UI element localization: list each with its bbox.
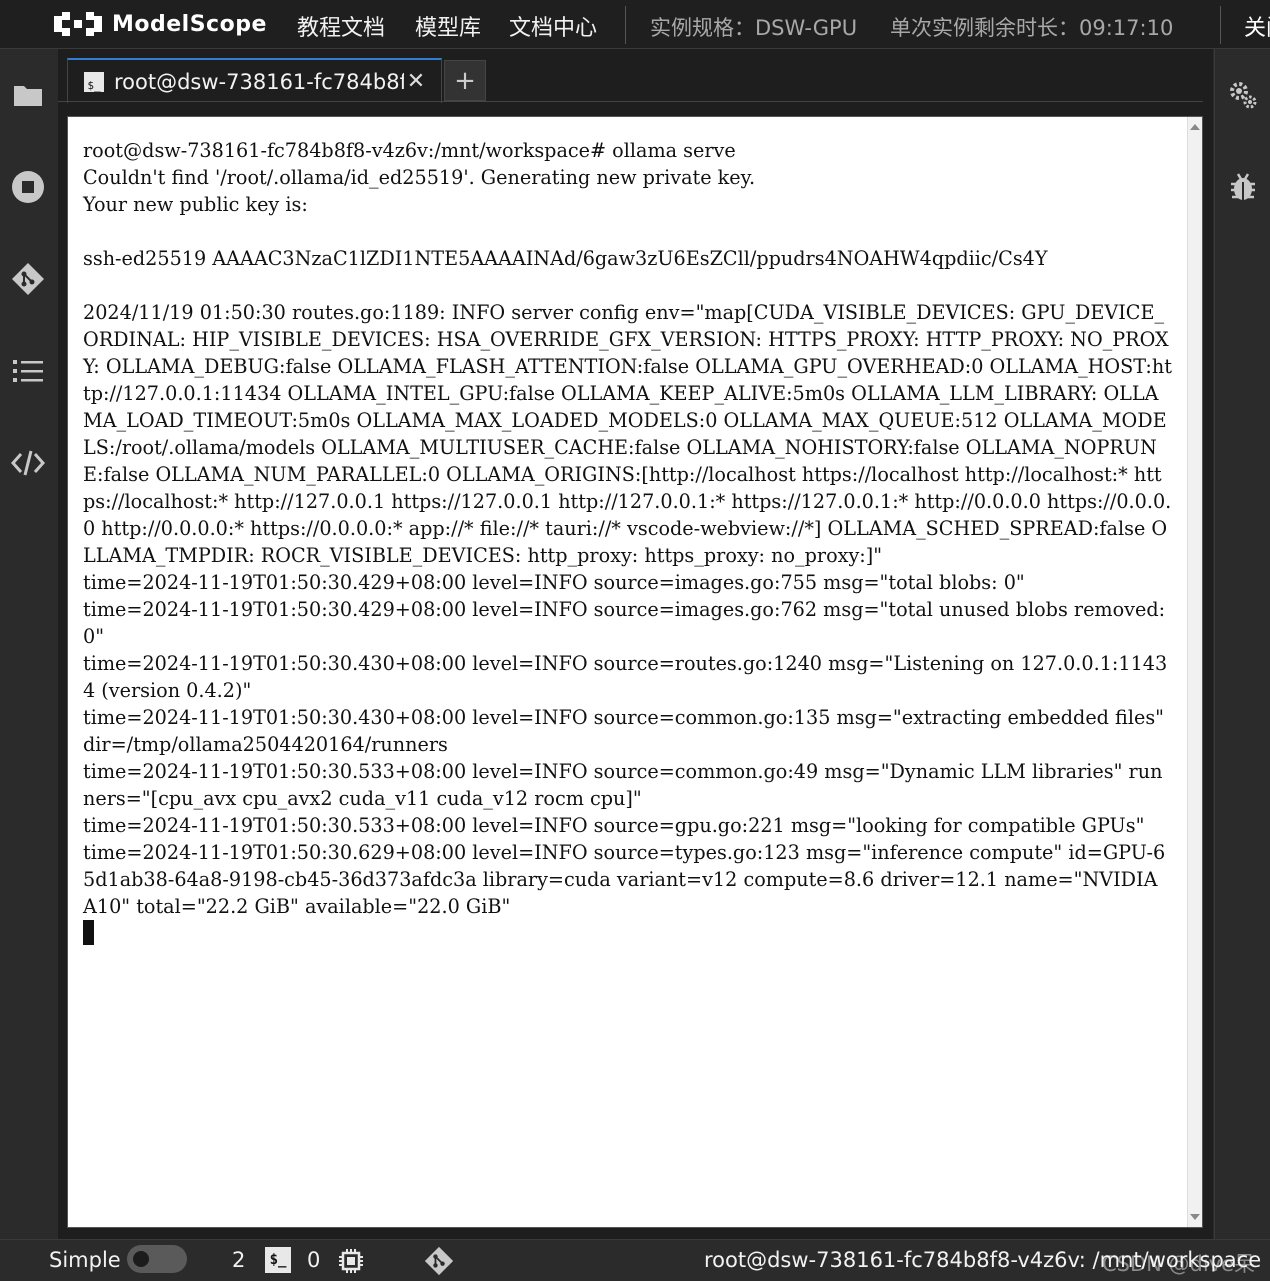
terminal-line: Couldn't find '/root/.ollama/id_ed25519'…	[83, 166, 756, 189]
terminal-scrollbar[interactable]	[1187, 117, 1202, 1227]
scroll-down-arrow-icon[interactable]	[1190, 1214, 1200, 1220]
csdn-watermark: CSDN @dive呆	[1102, 1252, 1256, 1276]
terminal-line: Your new public key is:	[83, 193, 308, 216]
main-panel: $_ root@dsw-738161-fc784b8f8 ✕ + root@ds…	[58, 49, 1213, 1239]
nav-doc-center[interactable]: 文档中心	[509, 10, 597, 42]
add-tab-button[interactable]: +	[444, 60, 486, 101]
terminal-line: time=2024-11-19T01:50:30.429+08:00 level…	[83, 598, 1172, 648]
kernels-count[interactable]: 0	[307, 1248, 320, 1272]
tab-label: root@dsw-738161-fc784b8f8	[114, 69, 404, 94]
terminal-line: 2024/11/19 01:50:30 routes.go:1189: INFO…	[83, 301, 1172, 567]
terminal-output: root@dsw-738161-fc784b8f8-v4z6v:/mnt/wor…	[83, 137, 1173, 947]
terminal-view[interactable]: root@dsw-738161-fc784b8f8-v4z6v:/mnt/wor…	[67, 116, 1203, 1228]
gear-icon[interactable]	[1227, 79, 1259, 111]
right-sidebar	[1214, 49, 1270, 1239]
terminal-line: time=2024-11-19T01:50:30.430+08:00 level…	[83, 706, 1171, 756]
top-bar: ModelScope 教程文档 模型库 文档中心 实例规格：DSW-GPU 单次…	[0, 0, 1270, 49]
terminal-status-icon[interactable]: $_	[265, 1247, 291, 1273]
header-divider	[625, 6, 626, 44]
terminal-line: time=2024-11-19T01:50:30.429+08:00 level…	[83, 571, 1025, 594]
bug-icon[interactable]	[1227, 171, 1259, 203]
terminal-line: root@dsw-738161-fc784b8f8-v4z6v:/mnt/wor…	[83, 139, 736, 162]
toggle-knob	[133, 1251, 149, 1267]
nav-model-library[interactable]: 模型库	[415, 10, 481, 42]
cpu-chip-icon[interactable]	[338, 1248, 364, 1278]
tab-underline	[58, 101, 1203, 102]
close-instance-link[interactable]: 关闭	[1244, 10, 1270, 42]
folder-icon[interactable]	[10, 77, 46, 113]
terminals-count[interactable]: 2	[232, 1248, 245, 1272]
terminal-cursor	[83, 920, 94, 945]
git-icon[interactable]	[10, 261, 46, 297]
terminal-line: time=2024-11-19T01:50:30.629+08:00 level…	[83, 841, 1166, 918]
left-sidebar	[0, 49, 58, 1239]
terminal-line: time=2024-11-19T01:50:30.533+08:00 level…	[83, 760, 1163, 810]
status-bar: Simple 2 $_ 0 root@dsw-738161-fc784b8f8-…	[0, 1239, 1270, 1281]
code-icon[interactable]	[10, 445, 46, 481]
remaining-time: 单次实例剩余时长：09:17:10	[890, 16, 1174, 40]
tab-terminal[interactable]: $_ root@dsw-738161-fc784b8f8 ✕	[67, 58, 442, 103]
stop-circle-icon[interactable]	[10, 169, 46, 205]
list-icon[interactable]	[10, 353, 46, 389]
scroll-up-arrow-icon[interactable]	[1190, 124, 1200, 130]
simple-mode-toggle[interactable]	[127, 1245, 187, 1273]
instance-spec: 实例规格：DSW-GPU	[650, 16, 858, 40]
git-status-icon[interactable]	[424, 1246, 454, 1280]
header-divider-right	[1220, 6, 1221, 44]
simple-mode-label: Simple	[49, 1248, 121, 1272]
logo-text: ModelScope	[112, 11, 267, 37]
modelscope-logo-icon	[54, 12, 102, 36]
tab-strip: $_ root@dsw-738161-fc784b8f8 ✕ +	[58, 49, 1213, 103]
terminal-icon: $_	[84, 71, 104, 92]
modelscope-logo[interactable]: ModelScope	[52, 10, 267, 38]
terminal-line: ssh-ed25519 AAAAC3NzaC1lZDI1NTE5AAAAINAd…	[83, 247, 1048, 270]
nav-tutorial-docs[interactable]: 教程文档	[297, 10, 385, 42]
terminal-line: time=2024-11-19T01:50:30.533+08:00 level…	[83, 814, 1145, 837]
terminal-line: time=2024-11-19T01:50:30.430+08:00 level…	[83, 652, 1168, 702]
close-icon[interactable]: ✕	[404, 69, 428, 94]
